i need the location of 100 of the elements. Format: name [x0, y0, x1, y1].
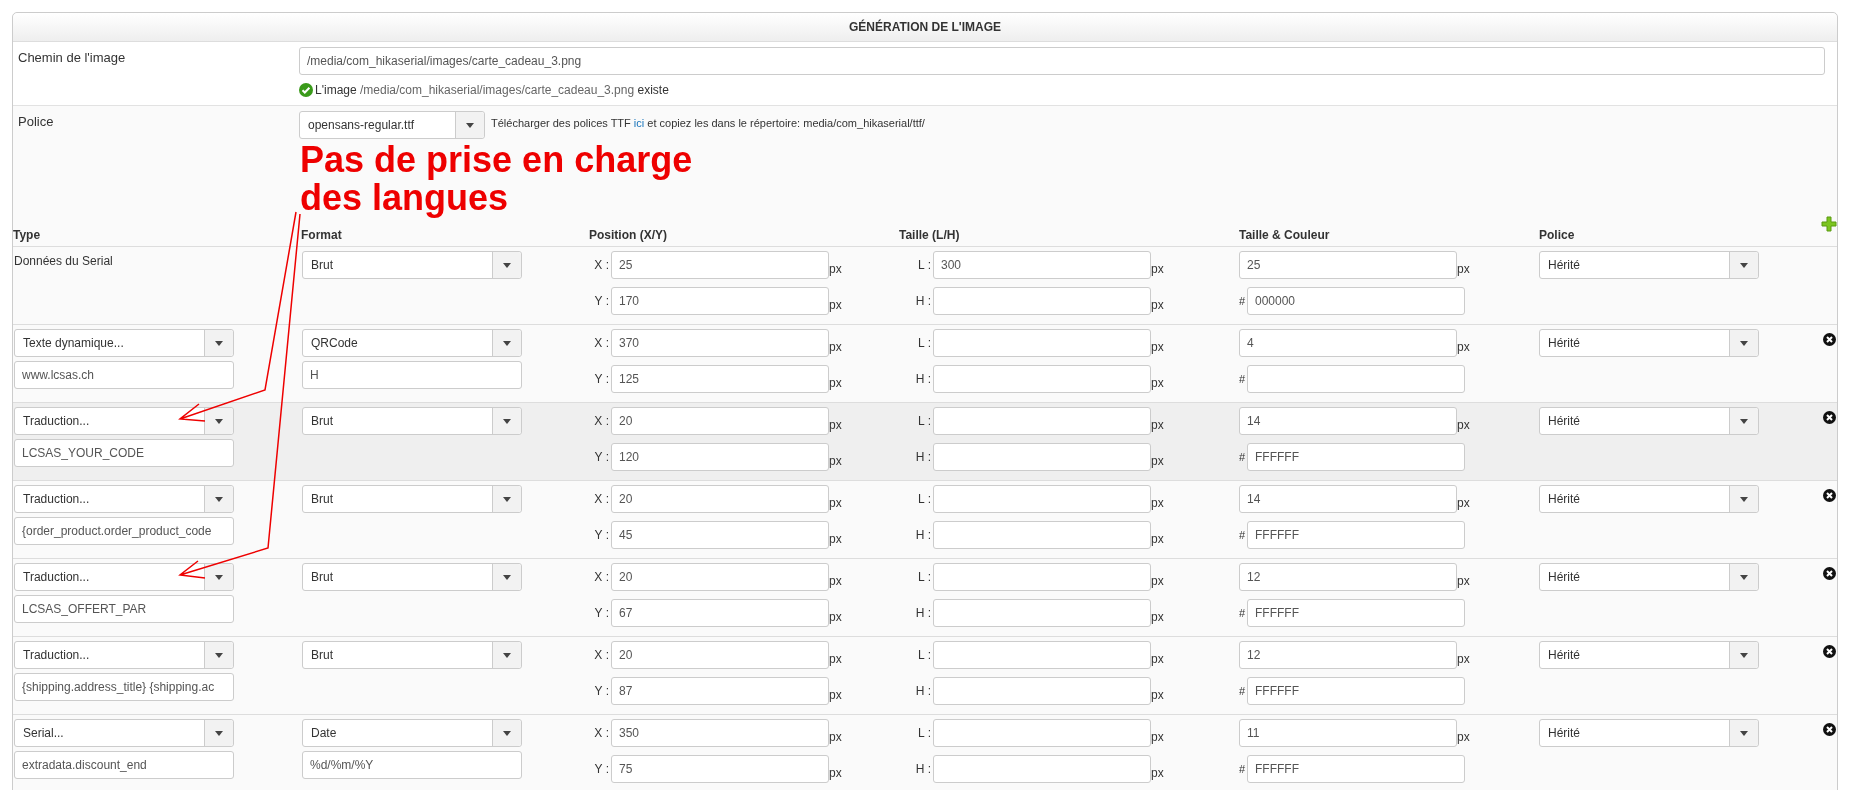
dropdown[interactable]: Hérité	[1539, 719, 1759, 747]
unit-label: px	[1151, 651, 1164, 666]
dropdown[interactable]: QRCode	[302, 329, 522, 357]
input-field[interactable]: %d/%m/%Y	[302, 751, 522, 779]
input-field[interactable]: 300	[933, 251, 1151, 279]
dropdown[interactable]: Hérité	[1539, 485, 1759, 513]
input-field[interactable]	[933, 521, 1151, 549]
unit-label: px	[1457, 261, 1470, 276]
input-field[interactable]: 25	[1239, 251, 1457, 279]
input-field[interactable]	[933, 407, 1151, 435]
input-field[interactable]: 170	[611, 287, 829, 315]
dropdown[interactable]: Texte dynamique...	[14, 329, 234, 357]
remove-icon[interactable]	[1822, 489, 1836, 502]
input-field[interactable]: 14	[1239, 407, 1457, 435]
dropdown[interactable]: Date	[302, 719, 522, 747]
dropdown[interactable]: Traduction...	[14, 563, 234, 591]
dropdown[interactable]: Traduction...	[14, 485, 234, 513]
input-field[interactable]: 67	[611, 599, 829, 627]
caret-icon	[1740, 574, 1748, 580]
dropdown[interactable]: Brut	[302, 563, 522, 591]
input-field[interactable]: 75	[611, 755, 829, 783]
plus-icon[interactable]	[1821, 216, 1837, 232]
color-field[interactable]: FFFFFF	[1247, 755, 1465, 783]
input-field[interactable]	[933, 563, 1151, 591]
input-field[interactable]: 11	[1239, 719, 1457, 747]
input-field[interactable]	[933, 485, 1151, 513]
input-field[interactable]: LCSAS_OFFERT_PAR	[14, 595, 234, 623]
remove-icon[interactable]	[1822, 333, 1836, 346]
field-label: H :	[914, 294, 932, 308]
color-field[interactable]: FFFFFF	[1247, 443, 1465, 471]
field-label: #	[1239, 763, 1247, 775]
input-field[interactable]: www.lcsas.ch	[14, 361, 234, 389]
input-field[interactable]	[933, 287, 1151, 315]
caret-icon	[1740, 418, 1748, 424]
input-field[interactable]: {shipping.address_title} {shipping.ac	[14, 673, 234, 701]
input-field[interactable]: {order_product.order_product_code	[14, 517, 234, 545]
dropdown[interactable]: Traduction...	[14, 641, 234, 669]
input-field[interactable]	[933, 677, 1151, 705]
field-label: X :	[593, 492, 610, 506]
caret-icon	[215, 340, 223, 346]
dropdown[interactable]: Brut	[302, 251, 522, 279]
input-field[interactable]: 125	[611, 365, 829, 393]
dropdown[interactable]: Brut	[302, 407, 522, 435]
dropdown[interactable]: Hérité	[1539, 251, 1759, 279]
input-field[interactable]: LCSAS_YOUR_CODE	[14, 439, 234, 467]
color-field[interactable]: 000000	[1247, 287, 1465, 315]
input-field[interactable]	[933, 755, 1151, 783]
dropdown[interactable]: Hérité	[1539, 407, 1759, 435]
input-field[interactable]	[933, 719, 1151, 747]
input-field[interactable]	[933, 329, 1151, 357]
remove-icon[interactable]	[1822, 567, 1836, 580]
dropdown[interactable]: Hérité	[1539, 329, 1759, 357]
input-field[interactable]	[933, 365, 1151, 393]
dropdown[interactable]: Hérité	[1539, 563, 1759, 591]
color-field[interactable]: FFFFFF	[1247, 521, 1465, 549]
dropdown[interactable]: Hérité	[1539, 641, 1759, 669]
remove-icon[interactable]	[1822, 411, 1836, 424]
unit-label: px	[1151, 687, 1164, 702]
color-field[interactable]	[1247, 365, 1465, 393]
dropdown[interactable]: Brut	[302, 485, 522, 513]
input-field[interactable]: 120	[611, 443, 829, 471]
unit-label: px	[1457, 651, 1470, 666]
input-field[interactable]: 20	[611, 563, 829, 591]
input-field[interactable]: 20	[611, 407, 829, 435]
input-field[interactable]	[933, 599, 1151, 627]
field-label: H :	[914, 606, 932, 620]
remove-icon[interactable]	[1822, 723, 1836, 736]
input-field[interactable]: 87	[611, 677, 829, 705]
field-label: Y :	[593, 372, 610, 386]
input-field[interactable]: 12	[1239, 641, 1457, 669]
input-field[interactable]: 350	[611, 719, 829, 747]
input-field[interactable]: 370	[611, 329, 829, 357]
input-field[interactable]: extradata.discount_end	[14, 751, 234, 779]
unit-label: px	[1151, 729, 1164, 744]
dropdown[interactable]: Traduction...	[14, 407, 234, 435]
unit-label: px	[1457, 573, 1470, 588]
unit-label: px	[1457, 729, 1470, 744]
input-field[interactable]	[933, 641, 1151, 669]
input-field[interactable]: 20	[611, 641, 829, 669]
field-label: H :	[914, 762, 932, 776]
input-field[interactable]: 4	[1239, 329, 1457, 357]
input-field[interactable]: 45	[611, 521, 829, 549]
input-field[interactable]: 25	[611, 251, 829, 279]
color-field[interactable]: FFFFFF	[1247, 599, 1465, 627]
input-field[interactable]	[933, 443, 1151, 471]
unit-label: px	[829, 261, 842, 276]
input-field[interactable]: 20	[611, 485, 829, 513]
unit-label: px	[1151, 531, 1164, 546]
dropdown[interactable]: Serial...	[14, 719, 234, 747]
unit-label: px	[1151, 375, 1164, 390]
dropdown[interactable]: opensans-regular.ttf	[299, 111, 485, 139]
input-field[interactable]: H	[302, 361, 522, 389]
image-path-field[interactable]: /media/com_hikaserial/images/carte_cadeau_3.png	[299, 47, 1825, 75]
remove-icon[interactable]	[1822, 645, 1836, 658]
color-field[interactable]: FFFFFF	[1247, 677, 1465, 705]
dropdown[interactable]: Brut	[302, 641, 522, 669]
input-field[interactable]: 12	[1239, 563, 1457, 591]
link[interactable]: ici	[633, 117, 645, 129]
input-field[interactable]: 14	[1239, 485, 1457, 513]
unit-label: px	[829, 417, 842, 432]
